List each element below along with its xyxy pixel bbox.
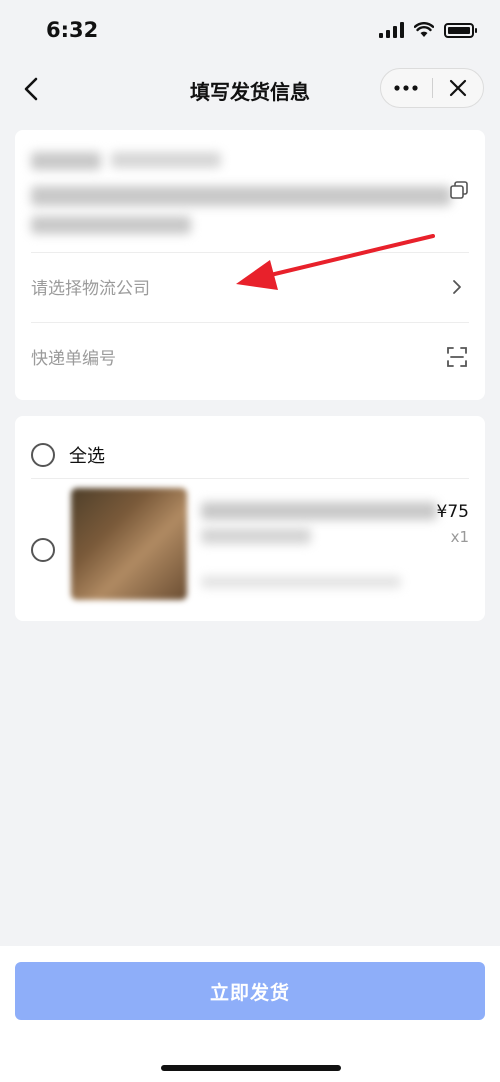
shipping-info-card: 请选择物流公司 快递单编号 [15, 130, 485, 400]
bottom-bar: 立即发货 [0, 946, 500, 1082]
product-price: ¥75 [436, 502, 469, 522]
product-thumbnail-redacted [71, 488, 187, 600]
select-all-row[interactable]: 全选 [31, 432, 469, 478]
tracking-number-placeholder: 快递单编号 [31, 349, 116, 369]
status-icons [379, 22, 477, 38]
divider [31, 478, 469, 479]
home-indicator [161, 1065, 341, 1071]
close-icon [449, 79, 466, 97]
ship-now-button[interactable]: 立即发货 [15, 962, 485, 1020]
select-all-radio[interactable] [31, 443, 55, 467]
logistics-company-selector[interactable]: 请选择物流公司 [31, 252, 469, 320]
tracking-number-field[interactable]: 快递单编号 [31, 322, 469, 390]
battery-icon [444, 22, 477, 38]
status-bar: 6:32 [0, 0, 500, 62]
scan-icon [447, 346, 467, 367]
scan-button[interactable] [445, 345, 469, 369]
copy-address-button[interactable] [449, 180, 471, 202]
product-quantity: x1 [450, 528, 469, 546]
product-title-redacted [201, 528, 311, 544]
address-block-redacted [31, 144, 451, 248]
more-button[interactable] [381, 69, 432, 107]
nav-bar: 填写发货信息 [0, 62, 500, 116]
close-button[interactable] [433, 69, 484, 107]
product-item[interactable]: ¥75 x1 [31, 480, 485, 610]
product-title-redacted [201, 502, 437, 520]
more-dots-icon [394, 85, 418, 91]
product-select-radio[interactable] [31, 538, 55, 562]
chevron-right-icon [445, 275, 469, 299]
logistics-company-placeholder: 请选择物流公司 [31, 279, 150, 299]
product-spec-redacted [201, 576, 401, 588]
wifi-icon [414, 22, 434, 37]
copy-icon [450, 181, 468, 199]
items-card: 全选 ¥75 x1 [15, 416, 485, 621]
signal-icon [379, 22, 404, 38]
mini-program-capsule [380, 68, 484, 108]
status-time: 6:32 [46, 18, 99, 42]
select-all-label: 全选 [69, 446, 105, 467]
